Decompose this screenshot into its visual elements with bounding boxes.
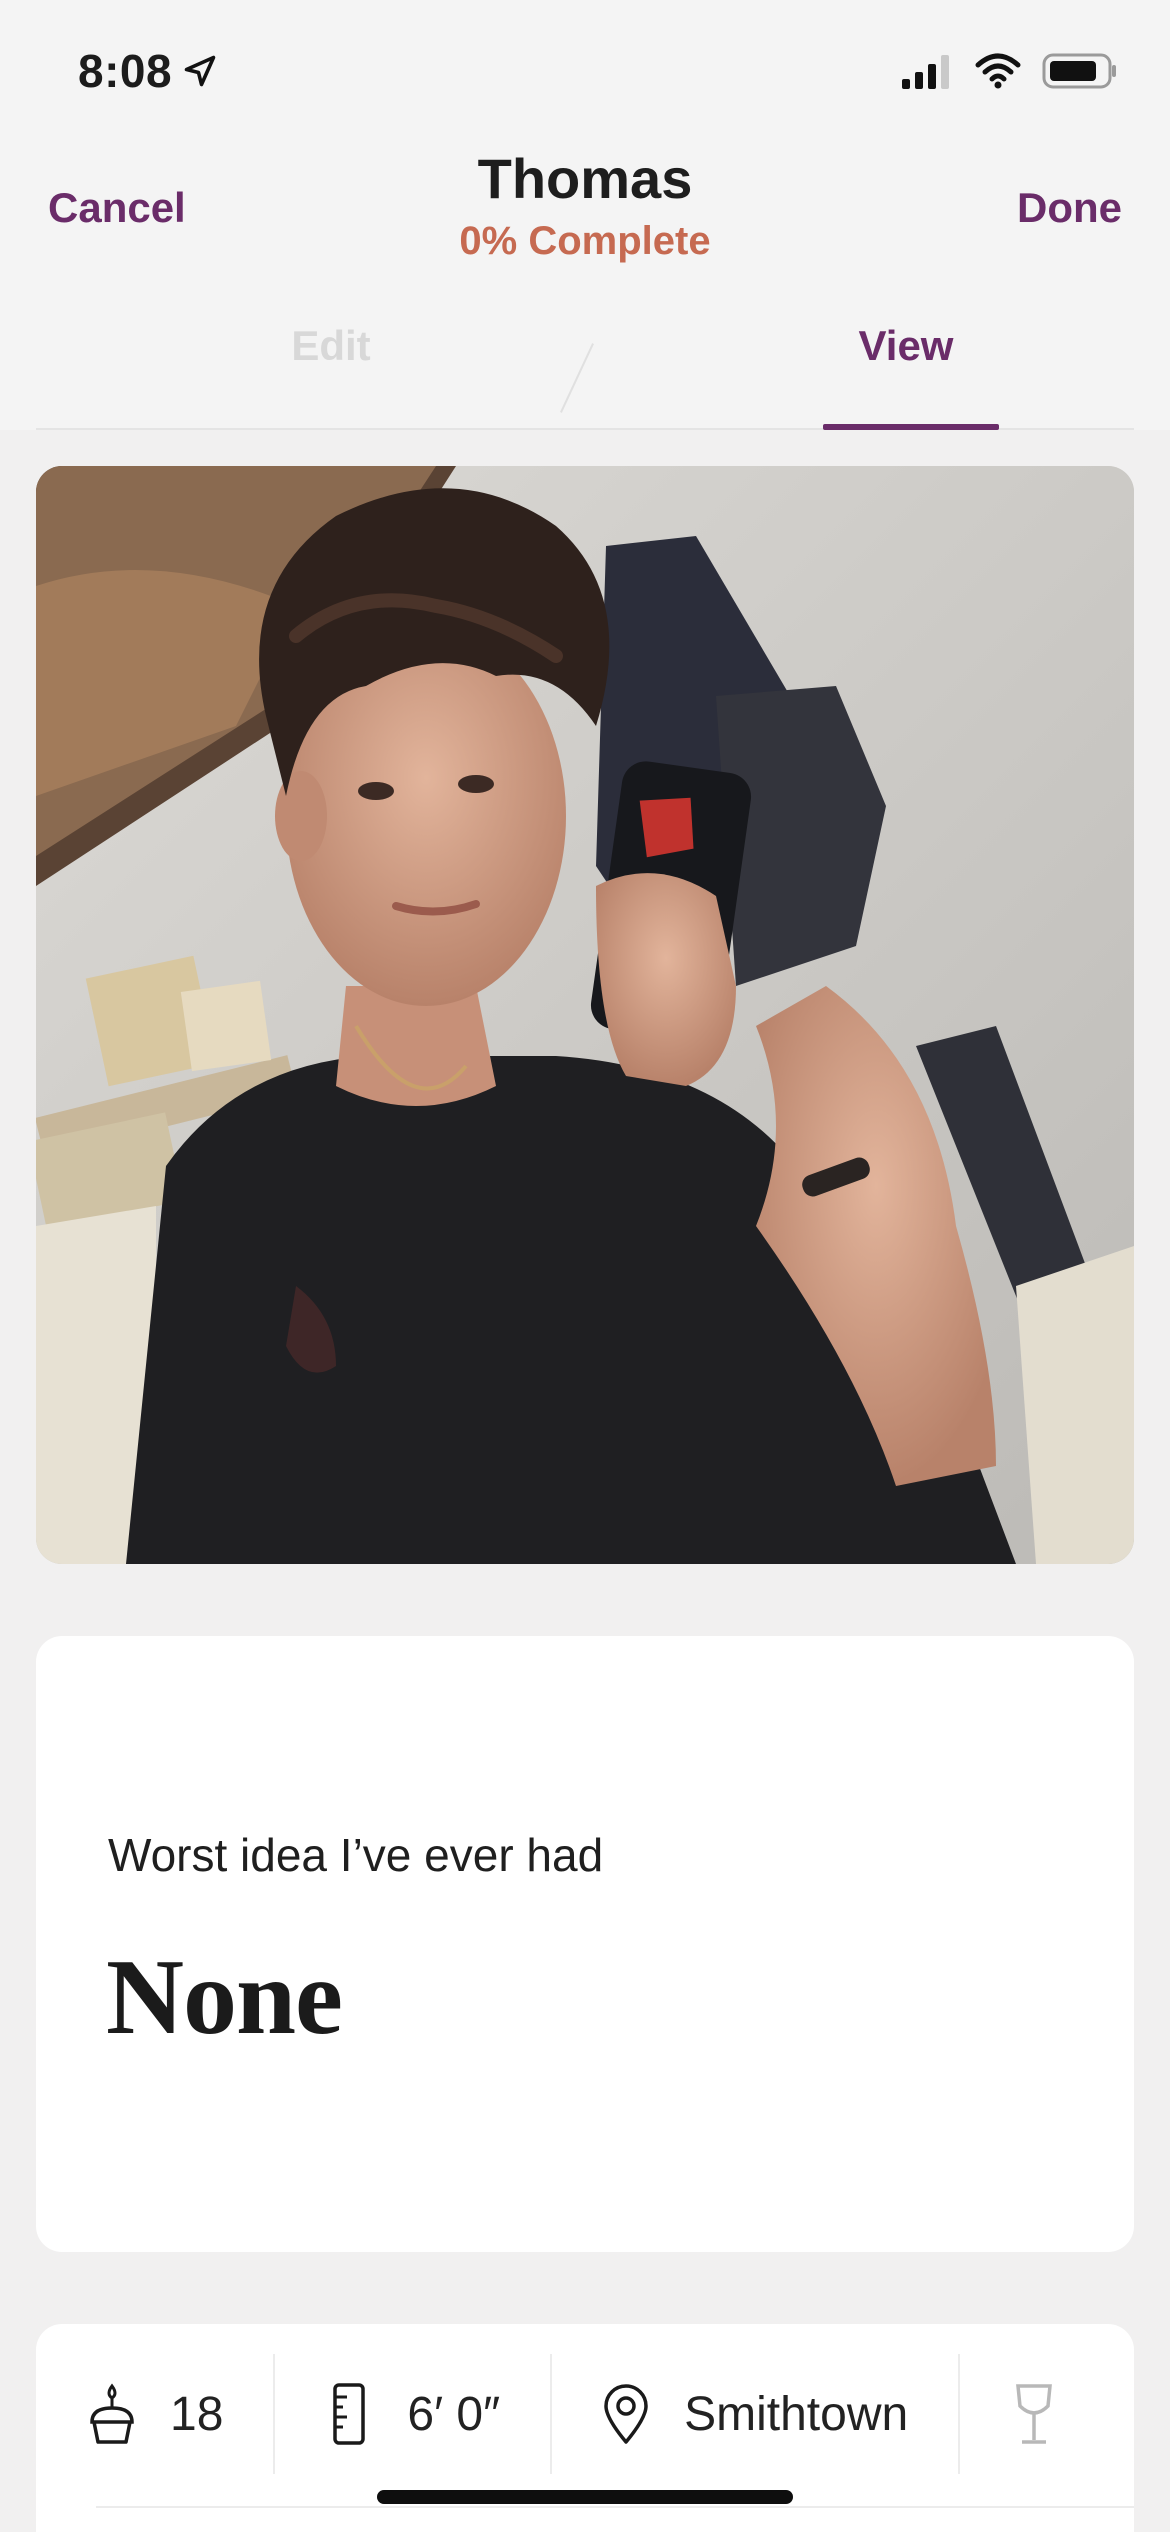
vital-height-value: 6′ 0″ [407,2387,501,2441]
completion-status: 0% Complete [459,219,711,263]
vital-location: Smithtown [550,2324,958,2504]
signal-icon [902,55,949,89]
status-time-group: 8:08 [78,44,218,98]
profile-name: Thomas [477,147,693,210]
ruler-icon [321,2382,377,2446]
battery-icon [1042,53,1116,89]
profile-photo[interactable] [36,466,1134,1564]
done-button[interactable]: Done [1017,184,1122,232]
location-pin-icon [598,2382,654,2446]
vital-location-value: Smithtown [684,2387,909,2441]
tab-divider [560,343,594,413]
wifi-icon [975,53,1021,89]
vital-height: 6′ 0″ [273,2324,550,2504]
edit-view-tabs: Edit View [36,310,1134,430]
status-time: 8:08 [78,45,173,97]
profile-photo-image [36,466,1134,1564]
wine-glass-icon [1006,2382,1062,2446]
vitals-row[interactable]: 18 6′ 0″ Smithtown [36,2324,1134,2504]
vital-drinking [958,2324,1134,2504]
status-bar: 8:08 [0,0,1170,140]
prompt-answer: None [106,1938,343,2057]
vital-age-value: 18 [170,2387,224,2441]
tab-view[interactable]: View [756,310,1056,430]
prompt-question: Worst idea I’ve ever had [108,1829,604,1881]
home-indicator[interactable] [377,2490,793,2504]
vitals-divider [96,2506,1134,2508]
vital-age: 18 [36,2324,273,2504]
location-arrow-icon [184,55,216,87]
status-icons [900,52,1118,90]
profile-header: Cancel Thomas 0% Complete Done Edit View [0,140,1170,430]
prompt-card[interactable]: Worst idea I’ve ever had None [36,1636,1134,2252]
tab-edit[interactable]: Edit [181,310,481,428]
title-block: Thomas 0% Complete [0,146,1170,264]
birthday-cake-icon [84,2382,140,2446]
